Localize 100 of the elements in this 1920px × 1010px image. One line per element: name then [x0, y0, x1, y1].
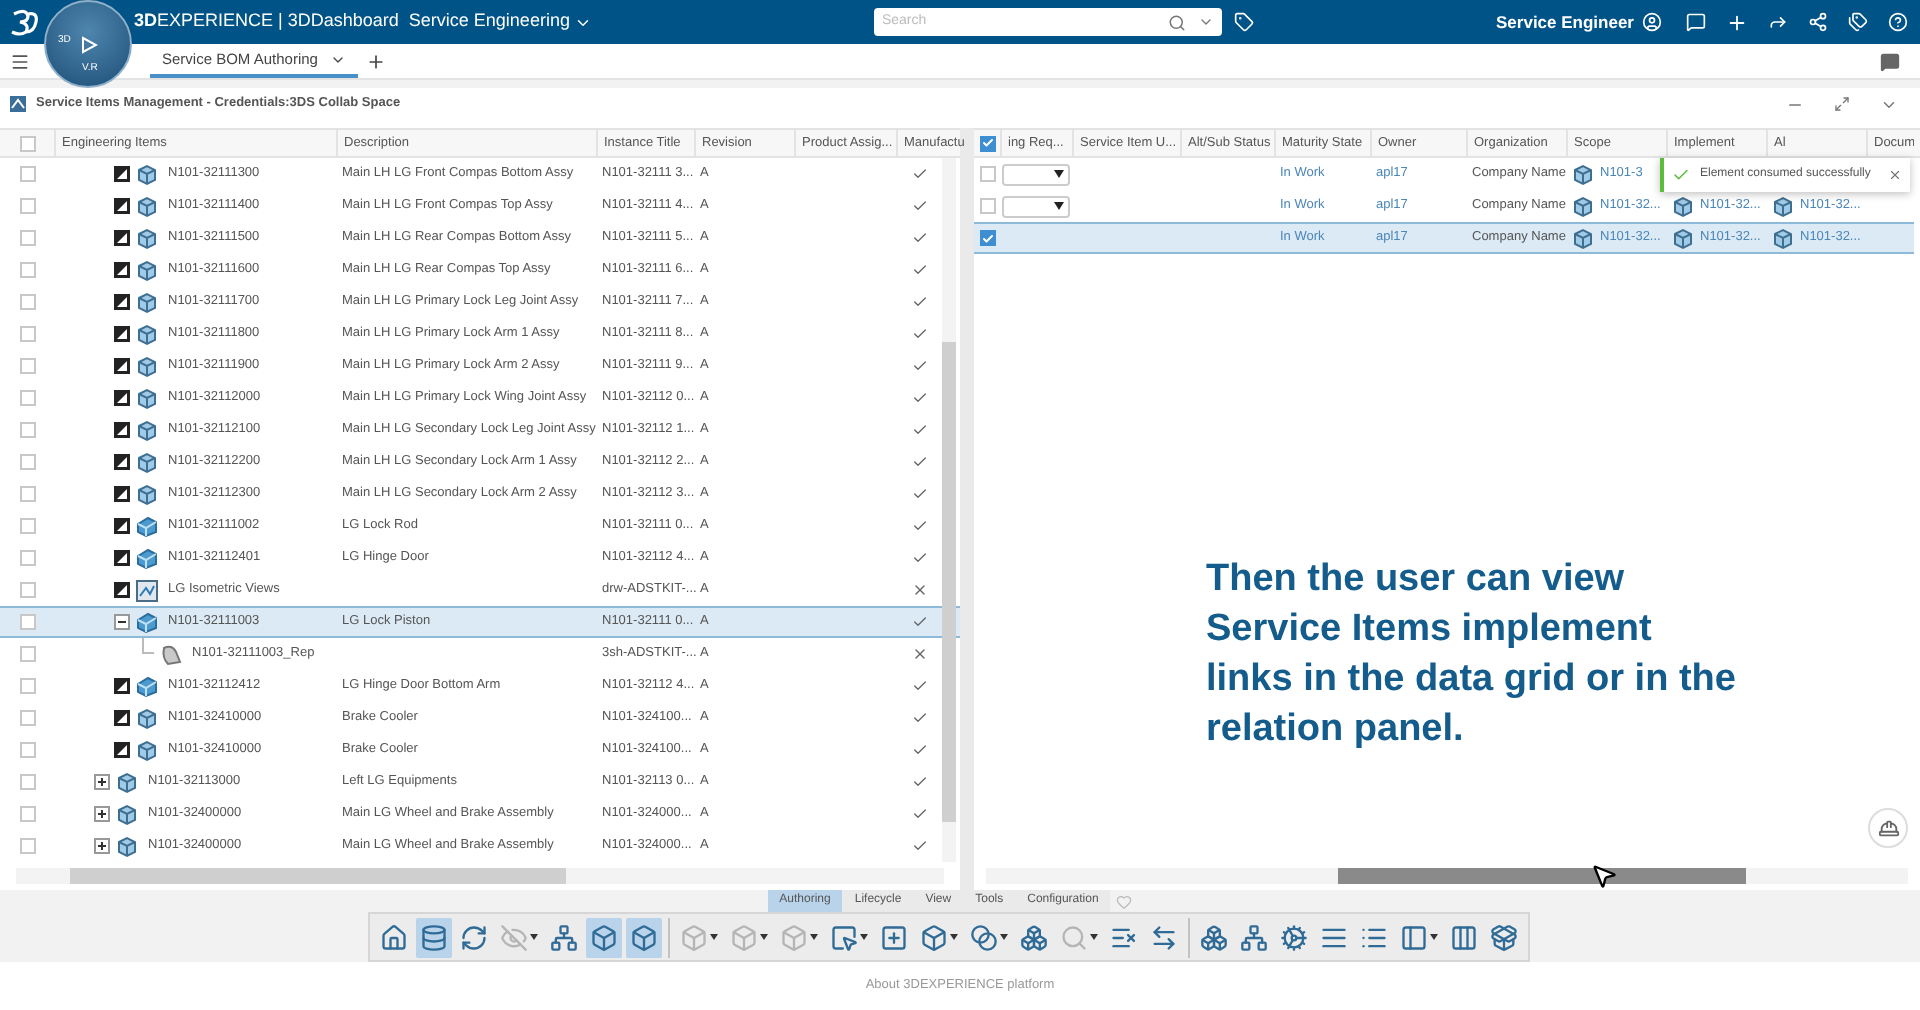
- chat-icon[interactable]: [1686, 12, 1706, 32]
- checkbox[interactable]: [19, 358, 35, 374]
- gear-icon: [1279, 923, 1307, 951]
- expand-icon[interactable]: [114, 518, 130, 534]
- collapse-icon[interactable]: [114, 614, 130, 630]
- expand-icon[interactable]: [114, 550, 130, 566]
- check-icon: [1672, 166, 1690, 184]
- checkbox[interactable]: [979, 230, 995, 246]
- checkbox[interactable]: [979, 135, 995, 151]
- assembly-icon: [1572, 163, 1594, 185]
- caret-icon: [759, 934, 767, 940]
- cube-icon: [729, 923, 757, 951]
- user-name[interactable]: Service Engineer: [1496, 9, 1634, 35]
- assembly-icon: [136, 195, 158, 217]
- dropdown[interactable]: [1002, 163, 1070, 185]
- expand-icon[interactable]: [114, 678, 130, 694]
- assembly-icon: [136, 355, 158, 377]
- checkbox[interactable]: [19, 135, 35, 151]
- checkbox[interactable]: [979, 198, 995, 214]
- expand-icon[interactable]: [114, 390, 130, 406]
- tag-icon[interactable]: [1233, 12, 1254, 32]
- checkbox[interactable]: [19, 294, 35, 310]
- dashboard-menu[interactable]: Service Engineering: [408, 8, 592, 36]
- assembly-icon: [136, 259, 158, 281]
- checkbox[interactable]: [19, 422, 35, 438]
- expand-icon[interactable]: [114, 326, 130, 342]
- assembly-icon: [1772, 227, 1794, 249]
- caret-icon: [1429, 934, 1437, 940]
- expand-icon[interactable]: [114, 230, 130, 246]
- boxes-icon: [1019, 923, 1047, 951]
- caret-icon: [859, 934, 867, 940]
- assembly-icon: [136, 451, 158, 473]
- toolbar-button[interactable]: [625, 917, 661, 957]
- share-icon[interactable]: [1768, 12, 1788, 32]
- expand-icon[interactable]: [114, 262, 130, 278]
- checkbox[interactable]: [19, 582, 35, 598]
- expand-icon[interactable]: [114, 294, 130, 310]
- checkbox[interactable]: [19, 390, 35, 406]
- play-icon: [79, 35, 97, 53]
- assembly-icon: [116, 771, 138, 793]
- user-icon[interactable]: [1642, 12, 1662, 32]
- add-tab-icon[interactable]: [365, 51, 386, 71]
- expand-icon[interactable]: [114, 358, 130, 374]
- checkbox[interactable]: [19, 614, 35, 630]
- expand-icon[interactable]: [94, 806, 110, 822]
- scrollbar[interactable]: [942, 158, 956, 862]
- expand-icon[interactable]: [114, 486, 130, 502]
- search-icon[interactable]: [1167, 13, 1186, 31]
- expand-icon[interactable]: [114, 582, 130, 598]
- tags-icon[interactable]: [1848, 12, 1868, 32]
- expand-icon[interactable]: [114, 710, 130, 726]
- expand-icon[interactable]: [114, 742, 130, 758]
- assembly-icon: [1672, 195, 1694, 217]
- checkbox[interactable]: [19, 774, 35, 790]
- checkbox[interactable]: [19, 838, 35, 854]
- helmet-button[interactable]: [1868, 808, 1908, 848]
- checkbox[interactable]: [19, 166, 35, 182]
- checkbox[interactable]: [19, 230, 35, 246]
- list-icon: [1319, 923, 1347, 951]
- add-icon[interactable]: [1726, 11, 1748, 33]
- network-share-icon[interactable]: [1808, 12, 1828, 32]
- toolbar-button[interactable]: [585, 917, 621, 957]
- checkbox[interactable]: [19, 454, 35, 470]
- checkbox[interactable]: [19, 678, 35, 694]
- caret-icon: [1054, 202, 1064, 210]
- toolbar-button[interactable]: [415, 917, 451, 957]
- assembly-icon: [1572, 195, 1594, 217]
- app-icon: [10, 96, 26, 112]
- assembly-icon: [1672, 227, 1694, 249]
- expand-icon[interactable]: [94, 774, 110, 790]
- scrollbar[interactable]: [986, 868, 1908, 884]
- checkbox[interactable]: [19, 646, 35, 662]
- checkbox[interactable]: [19, 742, 35, 758]
- caret-icon[interactable]: [1197, 14, 1214, 30]
- checkbox[interactable]: [19, 326, 35, 342]
- caret-icon: [709, 934, 717, 940]
- expand-icon[interactable]: [114, 166, 130, 182]
- checkbox[interactable]: [19, 486, 35, 502]
- comment-icon[interactable]: [1880, 51, 1900, 71]
- logo-icon: [10, 8, 42, 36]
- checkbox[interactable]: [19, 262, 35, 278]
- expand-icon[interactable]: [114, 454, 130, 470]
- checkbox[interactable]: [19, 550, 35, 566]
- checkbox[interactable]: [19, 518, 35, 534]
- checkbox[interactable]: [19, 198, 35, 214]
- caret-icon: [529, 934, 537, 940]
- scrollbar[interactable]: [16, 868, 944, 884]
- checkbox[interactable]: [19, 806, 35, 822]
- checkbox[interactable]: [979, 166, 995, 182]
- menu-icon[interactable]: [10, 51, 30, 71]
- expand-icon[interactable]: [94, 838, 110, 854]
- expand-icon[interactable]: [114, 422, 130, 438]
- refresh-icon: [459, 923, 487, 951]
- home-icon: [379, 923, 407, 951]
- help-icon[interactable]: [1888, 12, 1908, 32]
- dropdown[interactable]: [1002, 195, 1070, 217]
- close-icon[interactable]: [1888, 168, 1902, 182]
- checkbox[interactable]: [19, 710, 35, 726]
- expand-icon[interactable]: [114, 198, 130, 214]
- assembly-icon: [136, 323, 158, 345]
